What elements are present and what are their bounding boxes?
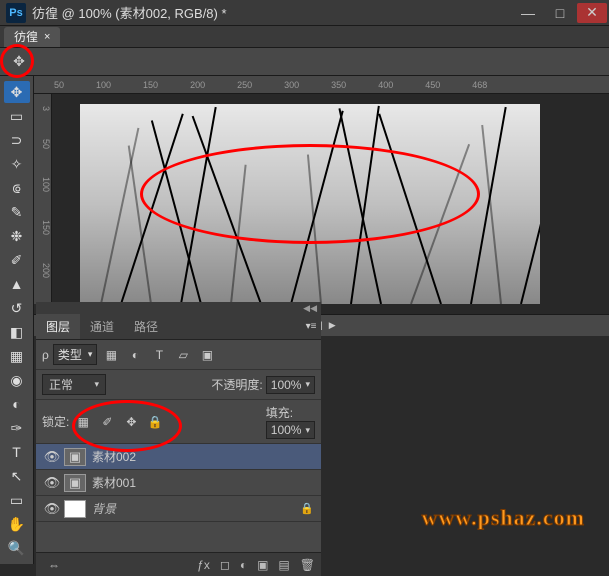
visibility-toggle[interactable]: 👁 — [40, 475, 64, 491]
lasso-tool[interactable]: ⊃ — [4, 129, 30, 151]
layer-name[interactable]: 背景 — [92, 500, 297, 517]
tab-paths[interactable]: 路径 — [124, 314, 168, 339]
filter-type-select[interactable]: 类型 ▾ — [53, 344, 98, 365]
gradient-tool[interactable]: ▦ — [4, 345, 30, 367]
blend-opacity-bar: 正常▾ 不透明度: 100%▾ — [36, 370, 321, 400]
canvas-container — [52, 94, 609, 314]
ruler-horizontal: 50 100 150 200 250 300 350 400 450 468 — [34, 76, 609, 94]
layer-row[interactable]: 👁 ▣ 素材002 — [36, 444, 321, 470]
filter-adjust-icon[interactable]: ◐ — [125, 346, 145, 364]
tab-close-icon[interactable]: × — [44, 31, 50, 43]
filter-shape-icon[interactable]: ▱ — [173, 346, 193, 364]
collapse-icon[interactable]: ◀◀ — [303, 303, 317, 314]
tools-panel: ✥ ▭ ⊃ ✧ ⟃ ✎ ❉ ✐ ▲ ↺ ◧ ▦ ◉ ◐ ✑ T ↖ ▭ ✋ 🔍 — [0, 76, 34, 564]
annotation-move-tool-circle — [0, 44, 34, 78]
pen-tool[interactable]: ✑ — [4, 417, 30, 439]
adjustment-layer-icon[interactable]: ◐ — [240, 558, 247, 572]
minimize-button[interactable]: — — [513, 3, 543, 23]
stamp-tool[interactable]: ▲ — [4, 273, 30, 295]
photoshop-icon: Ps — [6, 3, 26, 23]
fill-input[interactable]: 100%▾ — [266, 421, 315, 439]
title-bar: Ps 彷徨 @ 100% (素材002, RGB/8) * — □ ✕ — [0, 0, 609, 26]
layer-row[interactable]: 👁 ▣ 素材001 — [36, 470, 321, 496]
opacity-input[interactable]: 100%▾ — [266, 376, 315, 394]
lock-label: 锁定: — [42, 413, 69, 430]
new-layer-icon[interactable]: ▤ — [278, 558, 289, 572]
group-icon[interactable]: ▣ — [257, 558, 268, 572]
shape-tool[interactable]: ▭ — [4, 489, 30, 511]
annotation-canvas-ellipse — [140, 144, 480, 244]
lock-icon: 🔒 — [297, 502, 317, 515]
maximize-button[interactable]: □ — [545, 3, 575, 23]
smart-object-thumb-icon[interactable]: ▣ — [64, 474, 86, 492]
options-bar: ✥ — [0, 48, 609, 76]
opacity-label: 不透明度: — [211, 376, 262, 393]
layer-style-icon[interactable]: ƒx — [197, 558, 210, 572]
panel-menu-icon[interactable]: ▾≡ — [301, 314, 321, 339]
filter-smart-icon[interactable]: ▣ — [197, 346, 217, 364]
tab-channels[interactable]: 通道 — [80, 314, 124, 339]
dodge-tool[interactable]: ◐ — [4, 393, 30, 415]
blend-mode-select[interactable]: 正常▾ — [42, 374, 106, 395]
filter-type-icon[interactable]: T — [149, 346, 169, 364]
window-title: 彷徨 @ 100% (素材002, RGB/8) * — [32, 3, 513, 22]
document-tab-label: 彷徨 — [14, 28, 38, 45]
blur-tool[interactable]: ◉ — [4, 369, 30, 391]
delete-layer-icon[interactable]: 🗑 — [300, 558, 315, 572]
link-layers-icon[interactable]: ⇔ — [48, 558, 60, 572]
filter-pixel-icon[interactable]: ▦ — [101, 346, 121, 364]
layer-filter-bar: ρ 类型 ▾ ▦ ◐ T ▱ ▣ — [36, 340, 321, 370]
visibility-toggle[interactable]: 👁 — [40, 501, 64, 517]
annotation-layers-circle — [72, 400, 182, 452]
layer-row[interactable]: 👁 背景 🔒 — [36, 496, 321, 522]
history-brush-tool[interactable]: ↺ — [4, 297, 30, 319]
layer-mask-icon[interactable]: ◻ — [220, 558, 230, 572]
type-tool[interactable]: T — [4, 441, 30, 463]
layer-thumb-icon[interactable] — [64, 500, 86, 518]
crop-tool[interactable]: ⟃ — [4, 177, 30, 199]
document-canvas[interactable] — [80, 104, 540, 304]
marquee-tool[interactable]: ▭ — [4, 105, 30, 127]
layers-panel-footer: ⇔ ƒx ◻ ◐ ▣ ▤ 🗑 — [36, 552, 321, 576]
layers-list: 👁 ▣ 素材002 👁 ▣ 素材001 👁 背景 🔒 — [36, 444, 321, 552]
layer-name[interactable]: 素材001 — [92, 474, 317, 491]
ruler-vertical: 3 50 100 150 200 — [34, 94, 52, 304]
move-tool[interactable]: ✥ — [4, 81, 30, 103]
smart-object-thumb-icon[interactable]: ▣ — [64, 448, 86, 466]
fill-label: 填充: — [266, 406, 293, 420]
eyedropper-tool[interactable]: ✎ — [4, 201, 30, 223]
status-menu-icon[interactable]: ▶ — [329, 320, 336, 331]
hand-tool[interactable]: ✋ — [4, 513, 30, 535]
watermark: www.pshaz.com — [422, 505, 585, 531]
visibility-toggle[interactable]: 👁 — [40, 449, 64, 465]
close-button[interactable]: ✕ — [577, 3, 607, 23]
search-glyph: ρ — [42, 348, 49, 362]
panel-grip[interactable]: ◀◀ — [36, 302, 321, 314]
path-select-tool[interactable]: ↖ — [4, 465, 30, 487]
brush-tool[interactable]: ✐ — [4, 249, 30, 271]
zoom-tool[interactable]: 🔍 — [4, 537, 30, 559]
healing-brush-tool[interactable]: ❉ — [4, 225, 30, 247]
document-tab-bar: 彷徨 × — [0, 26, 609, 48]
eraser-tool[interactable]: ◧ — [4, 321, 30, 343]
magic-wand-tool[interactable]: ✧ — [4, 153, 30, 175]
tab-layers[interactable]: 图层 — [36, 314, 80, 339]
